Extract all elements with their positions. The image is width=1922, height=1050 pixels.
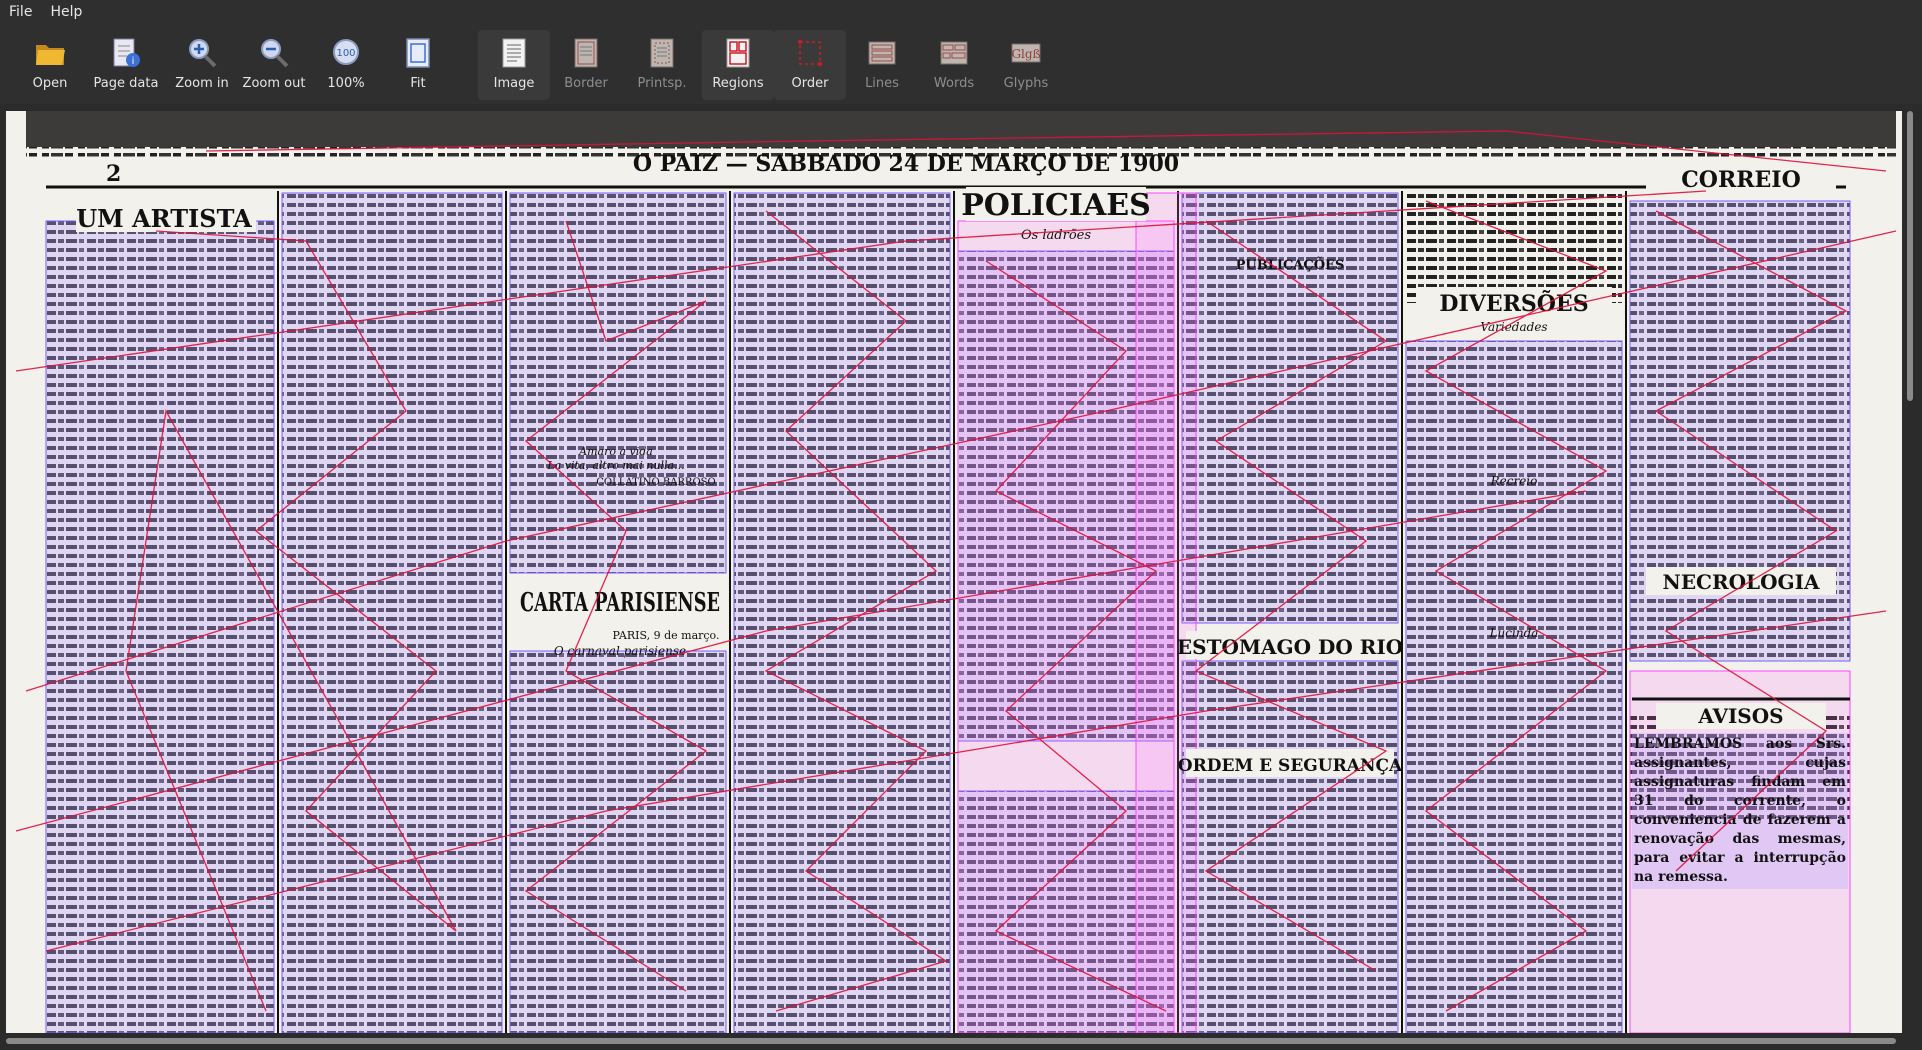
poem-la-vita: La vita, altro mai nulla... <box>546 459 684 472</box>
zoom-in-label: Zoom in <box>175 76 229 91</box>
zoom-100-button[interactable]: 100 100% <box>310 30 382 100</box>
glyphs-icon: Glgß <box>1009 36 1043 70</box>
document-viewer[interactable]: 2 O PAIZ — SABBADO 24 DE MARÇO DE 1900 U… <box>6 111 1902 1033</box>
avisos-notice: LEMBRAMOS aos Srs. assignantes, cujas as… <box>1632 733 1848 889</box>
headline-publicacoes: PUBLICAÇÕES <box>1236 257 1345 273</box>
lines-label: Lines <box>865 76 899 91</box>
order-label: Order <box>791 76 829 91</box>
headline-diversoes: DIVERSÕES <box>1439 290 1588 317</box>
open-button[interactable]: Open <box>14 30 86 100</box>
horizontal-scrollbar[interactable] <box>6 1036 1902 1046</box>
regions-icon <box>721 36 755 70</box>
border-label: Border <box>564 76 608 91</box>
fit-icon <box>401 36 435 70</box>
headline-um-artista: UM ARTISTA <box>76 204 252 233</box>
order-button[interactable]: Order <box>774 30 846 100</box>
zoom-100-icon: 100 <box>329 36 363 70</box>
masthead: O PAIZ — SABBADO 24 DE MARÇO DE 1900 <box>633 151 1179 177</box>
subhead-carnaval: O carnaval parisiense <box>554 644 686 658</box>
zoom-100-label: 100% <box>327 76 365 91</box>
glyphs-button[interactable]: Glgß Glyphs <box>990 30 1062 100</box>
headline-correio: CORREIO <box>1681 167 1800 193</box>
fit-label: Fit <box>410 76 426 91</box>
horizontal-scroll-thumb[interactable] <box>6 1038 1896 1044</box>
zoom-out-button[interactable]: Zoom out <box>238 30 310 100</box>
image-page-icon <box>497 36 531 70</box>
zoom-out-icon <box>257 36 291 70</box>
headline-avisos: AVISOS <box>1697 704 1783 728</box>
headline-policiaes: POLICIAES <box>961 188 1151 223</box>
words-button[interactable]: Words <box>918 30 990 100</box>
headline-estomago: ESTOMAGO DO RIO <box>1177 635 1403 659</box>
zoom-in-button[interactable]: Zoom in <box>166 30 238 100</box>
image-label: Image <box>493 76 535 91</box>
headline-carta-parisiense: CARTA PARISIENSE <box>520 588 720 618</box>
svg-text:i: i <box>132 56 135 67</box>
border-button[interactable]: Border <box>550 30 622 100</box>
newspaper-page: 2 O PAIZ — SABBADO 24 DE MARÇO DE 1900 U… <box>6 111 1902 1033</box>
page-data-button[interactable]: i Page data <box>86 30 166 100</box>
border-icon <box>569 36 603 70</box>
lines-button[interactable]: Lines <box>846 30 918 100</box>
printspace-icon <box>645 36 679 70</box>
toolbar: Open i Page data Zoom in Zoom out 100 10… <box>0 24 1922 104</box>
page-data-label: Page data <box>93 76 159 91</box>
headline-ordem: ORDEM E SEGURANÇA <box>1178 756 1403 776</box>
page-number: 2 <box>106 161 121 187</box>
menu-file[interactable]: File <box>0 4 41 20</box>
printspace-label: Printsp. <box>637 76 687 91</box>
zoom-out-label: Zoom out <box>242 76 306 91</box>
reading-order-icon <box>793 36 827 70</box>
subhead-lucinda: Lucinda <box>1489 626 1539 640</box>
image-button[interactable]: Image <box>478 30 550 100</box>
vertical-scroll-thumb[interactable] <box>1907 111 1913 401</box>
folder-icon <box>33 36 67 70</box>
words-icon <box>937 36 971 70</box>
regions-button[interactable]: Regions <box>702 30 774 100</box>
carta-date: PARIS, 9 de março. <box>613 629 720 642</box>
subhead-recreio: Recreio <box>1490 474 1538 488</box>
printspace-button[interactable]: Printsp. <box>622 30 702 100</box>
open-label: Open <box>32 76 68 91</box>
menu-help[interactable]: Help <box>41 4 91 20</box>
zoom-in-icon <box>185 36 219 70</box>
poem-amaro: Amaro a vida <box>578 445 653 458</box>
svg-text:Glgß: Glgß <box>1011 47 1040 61</box>
words-label: Words <box>933 76 975 91</box>
regions-label: Regions <box>712 76 764 91</box>
lines-icon <box>865 36 899 70</box>
zoom-100-icon-text: 100 <box>336 48 355 59</box>
poem-author: COLLATINO BARROSO <box>596 477 715 488</box>
glyphs-label: Glyphs <box>1003 76 1049 91</box>
page-info-icon: i <box>109 36 143 70</box>
menu-bar: File Help <box>0 0 1922 24</box>
fit-button[interactable]: Fit <box>382 30 454 100</box>
headline-necrologia: NECROLOGIA <box>1663 570 1820 594</box>
vertical-scrollbar[interactable] <box>1904 111 1916 1033</box>
